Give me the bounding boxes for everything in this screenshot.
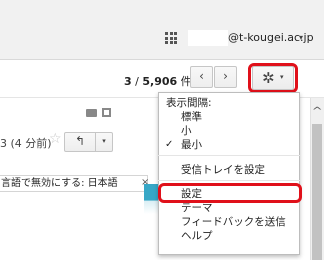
reply-icon: ↰	[74, 134, 86, 148]
density-option-compact[interactable]: 最小	[181, 139, 202, 151]
menu-item-help[interactable]: ヘルプ	[181, 230, 213, 242]
print-icon[interactable]	[86, 109, 97, 117]
chevron-down-icon: ▾	[102, 137, 106, 145]
star-icon[interactable]: ☆	[49, 131, 62, 147]
message-count: 3 / 5,906 件	[124, 75, 192, 88]
check-icon: ✓	[165, 139, 174, 150]
menu-item-themes[interactable]: テーマ	[181, 202, 213, 214]
older-button[interactable]: ›	[214, 66, 237, 88]
account-name-redaction	[188, 30, 228, 46]
menu-divider	[158, 180, 300, 181]
density-option-comfortable[interactable]: 標準	[181, 111, 202, 123]
menu-divider	[158, 155, 300, 156]
message-total: 5,906	[142, 75, 178, 88]
chevron-down-icon[interactable]: ▾	[299, 33, 303, 42]
scroll-up-icon[interactable]: ^	[312, 106, 323, 117]
reply-button[interactable]: ↰	[64, 132, 96, 152]
chevron-left-icon: ‹	[199, 69, 204, 83]
menu-item-feedback[interactable]: フィードバックを送信	[181, 216, 286, 228]
newer-button[interactable]: ‹	[190, 66, 213, 88]
apps-grid-icon[interactable]	[165, 32, 177, 44]
top-bar	[0, 0, 324, 60]
density-option-cozy[interactable]: 小	[181, 125, 192, 137]
new-window-icon[interactable]	[102, 108, 111, 117]
message-range: 3	[124, 75, 132, 88]
scrollbar-thumb[interactable]	[312, 124, 322, 260]
message-timestamp: 3 (4 分前)	[0, 137, 52, 150]
density-heading: 表示間隔:	[166, 97, 212, 109]
settings-highlight-annotation	[158, 183, 302, 203]
menu-item-inbox-settings[interactable]: 受信トレイを設定	[181, 164, 265, 176]
more-actions-button[interactable]: ▾	[95, 132, 113, 152]
translate-disable-link[interactable]: 言語で無効にする: 日本語	[1, 178, 118, 189]
chevron-right-icon: ›	[223, 69, 228, 83]
translate-bar[interactable]: 言語で無効にする: 日本語	[0, 175, 148, 192]
gear-highlight-annotation	[248, 63, 298, 93]
